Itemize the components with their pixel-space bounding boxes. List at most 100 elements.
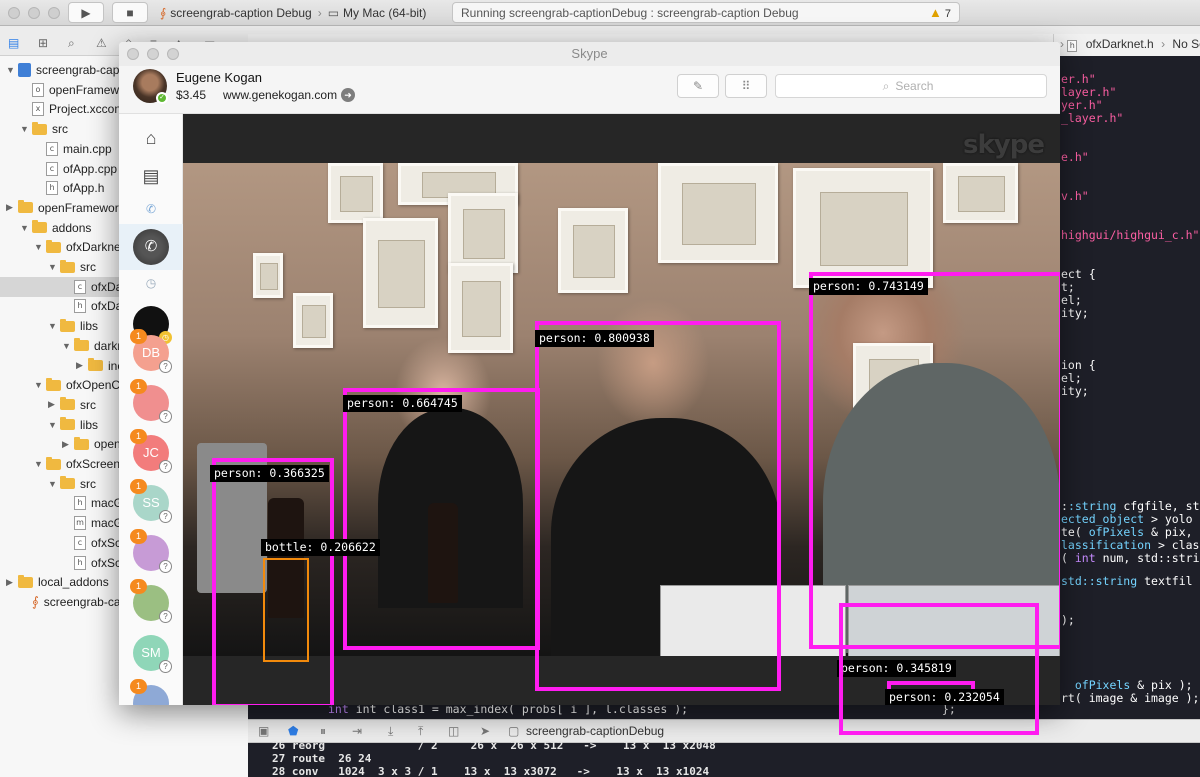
disclosure-closed-icon[interactable]: ▶ bbox=[76, 360, 88, 371]
chevron-right-icon: › bbox=[317, 5, 322, 20]
code-line: t; bbox=[1061, 280, 1075, 294]
contact-avatar[interactable]: SS 1? bbox=[130, 479, 172, 523]
process-icon: ▢ bbox=[508, 724, 520, 738]
skype-zoom-button[interactable] bbox=[167, 48, 179, 60]
code-line: ity; bbox=[1061, 306, 1089, 320]
folder-icon bbox=[88, 358, 103, 371]
wall-picture bbox=[448, 263, 513, 353]
code-line: ected_object > yolo bbox=[1061, 512, 1193, 526]
disclosure-open-icon[interactable]: ▼ bbox=[48, 420, 60, 430]
minimize-window-button[interactable] bbox=[28, 7, 40, 19]
call-header: ✓ Eugene Kogan $3.45 www.genekogan.com ➜… bbox=[119, 66, 1060, 114]
symbol-navigator-icon[interactable]: ⊞ bbox=[38, 36, 48, 50]
folder-icon bbox=[46, 456, 61, 470]
dialpad-button[interactable]: ⠿ bbox=[725, 74, 767, 98]
source-file-icon: m bbox=[74, 516, 86, 531]
location-icon[interactable]: ➤ bbox=[480, 724, 490, 738]
home-icon[interactable]: ⌂ bbox=[119, 128, 183, 149]
disclosure-open-icon[interactable]: ▼ bbox=[34, 459, 46, 469]
counterpart-file-tab[interactable]: › h ofxDarknet.h › No Se bbox=[1053, 34, 1200, 56]
active-call-item[interactable]: ✆ bbox=[119, 224, 183, 270]
issue-navigator-icon[interactable]: ⚠ bbox=[96, 36, 107, 50]
console-line: 26 reorg / 2 26 x 26 x 512 -> 13 x 13 x2… bbox=[272, 739, 716, 752]
scheme-selector[interactable]: ⨕ screengrab-caption Debug › ▭ My Mac (6… bbox=[160, 2, 426, 23]
contact-avatar[interactable]: 1? bbox=[130, 579, 172, 623]
unread-badge: 1 bbox=[130, 529, 147, 544]
disclosure-open-icon[interactable]: ▼ bbox=[34, 380, 46, 390]
view-debugger-icon[interactable]: ◫ bbox=[448, 724, 459, 738]
stop-icon: ■ bbox=[126, 5, 134, 20]
stop-button[interactable]: ■ bbox=[112, 2, 148, 23]
debug-console[interactable]: 26 reorg / 2 26 x 26 x 512 -> 13 x 13 x2… bbox=[248, 739, 1200, 777]
wall-picture bbox=[448, 193, 518, 273]
remote-video-feed[interactable] bbox=[183, 163, 1060, 656]
wall-picture bbox=[253, 253, 283, 298]
pause-icon[interactable]: ⏸ bbox=[320, 724, 326, 739]
contact-avatar[interactable]: SM? bbox=[133, 635, 172, 673]
find-navigator-icon[interactable]: ⌕ bbox=[68, 36, 75, 51]
close-window-button[interactable] bbox=[8, 7, 20, 19]
disclosure-open-icon[interactable]: ▼ bbox=[34, 242, 46, 252]
contact-avatar[interactable]: 1? bbox=[130, 529, 172, 573]
zoom-window-button[interactable] bbox=[48, 7, 60, 19]
disclosure-closed-icon[interactable]: ▶ bbox=[6, 202, 18, 213]
wall-picture bbox=[328, 163, 383, 223]
search-input[interactable]: ⌕ Search bbox=[775, 74, 1047, 98]
arrow-right-icon[interactable]: ➜ bbox=[341, 88, 355, 102]
chevron-right-icon: › bbox=[1060, 37, 1064, 51]
phone-icon: ✆ bbox=[133, 229, 169, 265]
skype-title-bar: Skype bbox=[119, 42, 1060, 66]
disclosure-open-icon[interactable]: ▼ bbox=[6, 65, 18, 75]
step-into-icon[interactable]: ⤓ bbox=[388, 724, 393, 739]
contact-name[interactable]: Eugene Kogan bbox=[176, 70, 262, 85]
step-over-icon[interactable]: ⇥ bbox=[352, 724, 362, 738]
run-button[interactable]: ▶ bbox=[68, 2, 104, 23]
code-line: ); bbox=[1061, 613, 1075, 627]
disclosure-open-icon[interactable]: ▼ bbox=[20, 223, 32, 233]
contact-avatar[interactable]: JC 1? bbox=[130, 429, 172, 473]
folder-icon bbox=[60, 476, 75, 490]
hide-debug-area-icon[interactable]: ▣ bbox=[258, 724, 269, 738]
project-icon bbox=[18, 63, 31, 77]
skype-minimize-button[interactable] bbox=[147, 48, 159, 60]
disclosure-closed-icon[interactable]: ▶ bbox=[48, 399, 60, 410]
disclosure-open-icon[interactable]: ▼ bbox=[48, 262, 60, 272]
disclosure-open-icon[interactable]: ▼ bbox=[20, 124, 32, 134]
navigator-row-label: local_addons bbox=[38, 575, 109, 590]
navigator-row-label: screengrab-capt bbox=[43, 594, 131, 609]
wall-picture bbox=[658, 163, 778, 263]
source-file-icon: o bbox=[32, 82, 44, 97]
step-out-icon[interactable]: ⤒ bbox=[418, 724, 423, 739]
skype-sidebar: ⌂ ▤ ✆ ✆ ◷ ◷ DB1?1?JC1?SS1?1?1?SM?1? bbox=[119, 114, 183, 705]
detection-label: person: 0.743149 bbox=[809, 278, 928, 295]
contact-avatar[interactable]: 1? bbox=[130, 679, 169, 705]
warning-count[interactable]: ▲ 7 bbox=[929, 5, 951, 20]
navigator-row-label: libs bbox=[80, 417, 99, 432]
contact-avatar[interactable]: DB 1? bbox=[130, 329, 172, 373]
disclosure-open-icon[interactable]: ▼ bbox=[48, 321, 60, 331]
disclosure-open-icon[interactable]: ▼ bbox=[62, 341, 74, 351]
code-line: el; bbox=[1061, 293, 1082, 307]
project-navigator-icon[interactable]: ▤ bbox=[8, 36, 19, 50]
skype-close-button[interactable] bbox=[127, 48, 139, 60]
source-file-icon: c bbox=[74, 279, 86, 294]
compose-button[interactable]: ✎ bbox=[677, 74, 719, 98]
breakpoints-toggle-icon[interactable]: ⬟ bbox=[288, 724, 298, 738]
screen-share-preview[interactable] bbox=[660, 585, 846, 656]
code-line: ( int num, std::stri bbox=[1061, 551, 1200, 565]
contact-avatar[interactable]: 1? bbox=[130, 379, 172, 423]
editor-selection-label: No Se bbox=[1172, 37, 1200, 51]
disclosure-open-icon[interactable]: ▼ bbox=[48, 479, 60, 489]
disclosure-closed-icon[interactable]: ▶ bbox=[6, 577, 18, 588]
unknown-status-icon: ? bbox=[159, 660, 172, 673]
detection-label: person: 0.366325 bbox=[210, 465, 329, 482]
header-file-icon: h bbox=[1067, 40, 1078, 52]
wall-picture bbox=[943, 163, 1018, 223]
disclosure-closed-icon[interactable]: ▶ bbox=[62, 439, 74, 450]
contact-book-icon[interactable]: ▤ bbox=[119, 166, 183, 187]
navigator-row-label: src bbox=[52, 122, 68, 137]
skype-logo: skype bbox=[963, 130, 1045, 160]
contact-website[interactable]: www.genekogan.com bbox=[223, 88, 337, 102]
folder-icon bbox=[18, 200, 33, 214]
unread-badge: 1 bbox=[130, 429, 147, 444]
